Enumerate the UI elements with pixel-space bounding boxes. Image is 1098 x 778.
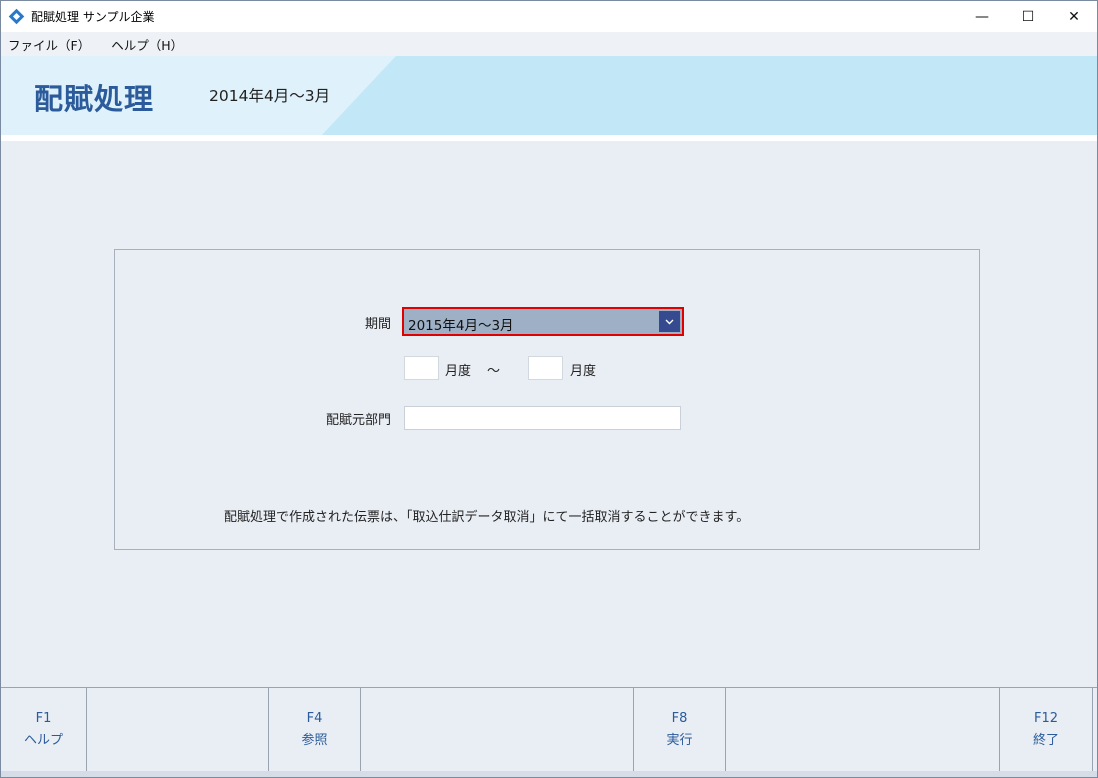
app-window: 配賦処理 サンプル企業 — ☐ ✕ ファイル（F） ヘルプ（H） 配賦処理 20… [0,0,1098,778]
header-band [1,56,1097,136]
bottom-strip [1,771,1097,777]
source-dept-label: 配賦元部門 [325,413,391,428]
close-icon: ✕ [1068,8,1080,25]
f12-exit-button[interactable]: F12 終了 [1000,688,1093,771]
header-divider [1,135,1097,141]
f4-action-label: 参照 [301,732,328,748]
header-decoration [321,56,1097,136]
page-title: 配賦処理 [34,82,155,116]
f4-reference-button[interactable]: F4 参照 [269,688,361,771]
f1-help-button[interactable]: F1 ヘルプ [1,688,87,771]
menu-help[interactable]: ヘルプ（H） [111,35,183,54]
fkey-slot-empty [726,688,1000,771]
source-dept-input[interactable] [404,406,681,430]
f12-key-label: F12 [1033,710,1059,726]
period-select[interactable]: 2015年4月～3月 [402,307,684,336]
f8-key-label: F8 [671,710,688,726]
period-label: 期間 [364,317,391,332]
chevron-down-icon[interactable] [659,311,680,332]
menu-bar: ファイル（F） ヘルプ（H） [1,32,1097,56]
window-title: 配賦処理 サンプル企業 [31,10,155,24]
month-to-input[interactable] [528,356,563,380]
title-bar: 配賦処理 サンプル企業 — ☐ ✕ [1,1,1097,32]
app-logo-icon [9,9,25,25]
f8-execute-button[interactable]: F8 実行 [634,688,726,771]
f4-key-label: F4 [306,710,323,726]
maximize-icon: ☐ [1021,8,1035,25]
form-panel [114,249,980,550]
window-controls: — ☐ ✕ [959,1,1097,32]
f12-action-label: 終了 [1032,732,1059,748]
maximize-button[interactable]: ☐ [1005,1,1051,32]
page-period: 2014年4月～3月 [209,87,331,105]
period-select-value: 2015年4月～3月 [408,318,514,334]
month-unit-from: 月度 [445,364,472,379]
month-unit-to: 月度 [570,364,597,379]
function-key-bar: F1 ヘルプ F4 参照 F8 実行 F12 終了 [1,687,1097,771]
month-from-input[interactable] [404,356,439,380]
f1-key-label: F1 [35,710,52,726]
minimize-button[interactable]: — [959,1,1005,32]
fkey-slot-empty [87,688,269,771]
f1-action-label: ヘルプ [23,732,63,748]
close-button[interactable]: ✕ [1051,1,1097,32]
f8-action-label: 実行 [666,732,693,748]
info-note: 配賦処理で作成された伝票は、「取込仕訳データ取消」にて一括取消することができます… [224,510,750,525]
minimize-icon: — [975,8,989,25]
range-separator: ～ [487,364,501,379]
menu-file[interactable]: ファイル（F） [8,35,90,54]
fkey-slot-empty [361,688,634,771]
